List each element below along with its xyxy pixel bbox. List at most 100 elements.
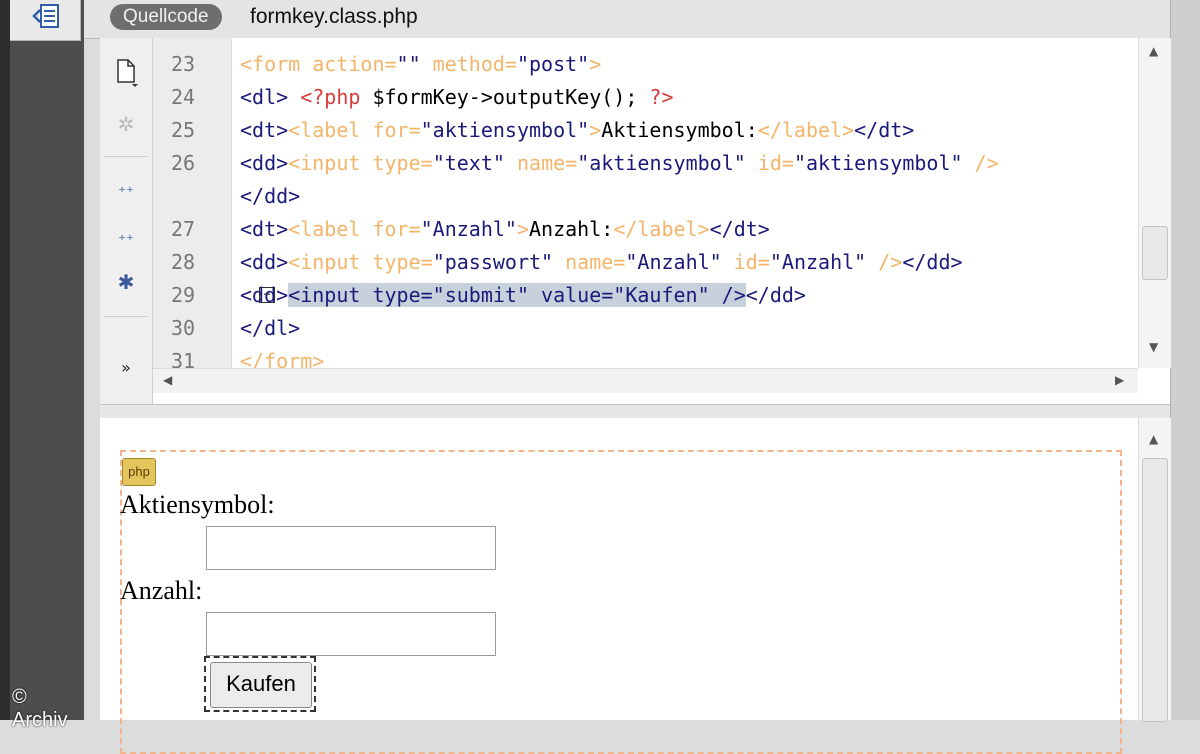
label-aktiensymbol: Aktiensymbol: [120, 490, 275, 519]
code-token: ?> [649, 85, 674, 109]
file-tab[interactable]: formkey.class.php [250, 4, 418, 30]
selected-code-token: <input type="submit" value="Kaufen" /> [288, 283, 746, 307]
code-token: </dd> [902, 250, 963, 274]
code-token: name= [565, 250, 626, 274]
code-token: method= [432, 52, 517, 76]
code-token: </dt> [709, 217, 770, 241]
code-token: <label [288, 217, 373, 241]
code-token: /> [878, 250, 903, 274]
php-code-marker-icon[interactable]: php [122, 458, 156, 486]
code-token: <input [288, 151, 373, 175]
code-line[interactable]: <form action="" method="post"> [240, 52, 601, 76]
submit-selection-outline: Kaufen [204, 656, 316, 712]
left-panel: © Archiv [0, 0, 84, 731]
scroll-left-arrow-icon[interactable]: ◀ [163, 373, 172, 387]
coding-toolbar: ✲ ⁺⁺ ⁺⁺ ✱ » [100, 38, 153, 404]
code-token: "aktiensymbol" [420, 118, 590, 142]
code-token: </label> [757, 118, 855, 142]
kaufen-button[interactable]: Kaufen [210, 662, 312, 708]
code-line[interactable]: </dl> [240, 316, 300, 340]
code-token: "post" [516, 52, 590, 76]
code-line[interactable]: <dl> <?php $formKey->outputKey(); ?> [240, 85, 674, 109]
collapse-full-tag-icon[interactable]: ⁺⁺ [110, 176, 142, 208]
collapse-selection-icon[interactable]: ⁺⁺ [110, 224, 142, 256]
code-line[interactable]: <dt><label for="aktiensymbol">Aktiensymb… [240, 118, 914, 142]
code-line[interactable]: <dd><input type="text" name="aktiensymbo… [240, 151, 999, 175]
scroll-down-arrow-icon[interactable]: ▼ [1149, 340, 1158, 354]
document-tab-bar: Quellcode formkey.class.php [84, 0, 1170, 39]
toolbar-separator [104, 316, 148, 317]
code-line[interactable]: <dt><label for="Anzahl">Anzahl:</label><… [240, 217, 770, 241]
code-token: </dd> [240, 184, 301, 208]
line-number: 30 [171, 316, 196, 340]
scroll-up-arrow-icon[interactable]: ▲ [1149, 44, 1158, 58]
image-credit: © Archiv [12, 686, 68, 731]
line-number: 28 [171, 250, 196, 274]
source-code-tab[interactable]: Quellcode [110, 4, 222, 30]
line-number: 24 [171, 85, 196, 109]
code-token: id= [757, 151, 794, 175]
code-panel: ✲ ⁺⁺ ⁺⁺ ✱ » 23 24 25 26 27 28 29 30 31 −… [100, 38, 1171, 404]
code-token: </label> [613, 217, 710, 241]
code-token: /> [974, 151, 999, 175]
code-editor[interactable]: <form action="" method="post"> <dl> <?php… [232, 38, 1138, 368]
code-line[interactable]: </dd> [240, 184, 300, 208]
code-token: </dl> [240, 316, 301, 340]
code-token: Aktiensymbol: [601, 118, 758, 142]
code-token: <dd> [240, 283, 289, 307]
line-number: 23 [171, 52, 196, 76]
code-token: > [589, 52, 602, 76]
anzahl-input[interactable] [206, 612, 496, 656]
expand-all-icon[interactable]: ✱ [110, 266, 142, 298]
code-token: for= [372, 217, 421, 241]
aktiensymbol-input[interactable] [206, 526, 496, 570]
scroll-right-arrow-icon[interactable]: ▶ [1115, 373, 1124, 387]
code-token: "Anzahl" [420, 217, 517, 241]
code-token: for= [372, 118, 421, 142]
code-token: "aktiensymbol" [577, 151, 758, 175]
design-view: php Aktiensymbol: Anzahl: Kaufen ▲ [100, 418, 1171, 754]
more-tools-icon[interactable]: » [110, 352, 142, 384]
code-token: id= [733, 250, 770, 274]
code-token: "aktiensymbol" [793, 151, 975, 175]
show-code-navigator-icon[interactable]: ✲ [110, 108, 142, 140]
code-view-icon [32, 4, 59, 28]
code-token: > [516, 217, 530, 241]
code-line[interactable]: </form> [240, 349, 324, 368]
code-line[interactable]: <dd><input type="submit" value="Kaufen" … [240, 283, 806, 307]
code-token: > [589, 118, 602, 142]
code-token: "text" [432, 151, 517, 175]
code-token: </form> [240, 349, 325, 368]
line-number: 27 [171, 217, 196, 241]
line-number: 25 [171, 118, 196, 142]
open-documents-icon[interactable] [110, 56, 142, 88]
code-token: <dd> [240, 250, 289, 274]
code-token: action= [312, 52, 397, 76]
code-vertical-scrollbar[interactable]: ▲ ▼ [1138, 38, 1171, 368]
code-token: <label [288, 118, 373, 142]
left-panel-edge [0, 0, 10, 720]
code-token: </dd> [745, 283, 806, 307]
code-token: <dl> [240, 85, 301, 109]
code-scroll-thumb[interactable] [1142, 226, 1168, 280]
code-token: <dt> [240, 118, 289, 142]
code-view-button[interactable] [10, 0, 81, 41]
code-token: <input [288, 250, 373, 274]
toolbar-separator [104, 156, 148, 157]
code-token: "Anzahl" [625, 250, 734, 274]
code-line[interactable]: <dd><input type="passwort" name="Anzahl"… [240, 250, 963, 274]
right-frame [1170, 0, 1200, 720]
code-token: <form [240, 52, 313, 76]
line-number: 29 [171, 283, 196, 307]
code-token: type= [372, 250, 433, 274]
code-token: "" [396, 52, 433, 76]
label-anzahl: Anzahl: [120, 576, 203, 605]
scroll-up-arrow-icon[interactable]: ▲ [1149, 432, 1158, 446]
line-number: 26 [171, 151, 196, 175]
design-scroll-thumb[interactable] [1142, 458, 1168, 722]
code-token: "passwort" [432, 250, 566, 274]
design-vertical-scrollbar[interactable]: ▲ [1138, 418, 1171, 722]
code-token: name= [516, 151, 578, 175]
code-horizontal-scrollbar[interactable]: ◀ ▶ [153, 368, 1138, 393]
code-token: type= [372, 151, 433, 175]
